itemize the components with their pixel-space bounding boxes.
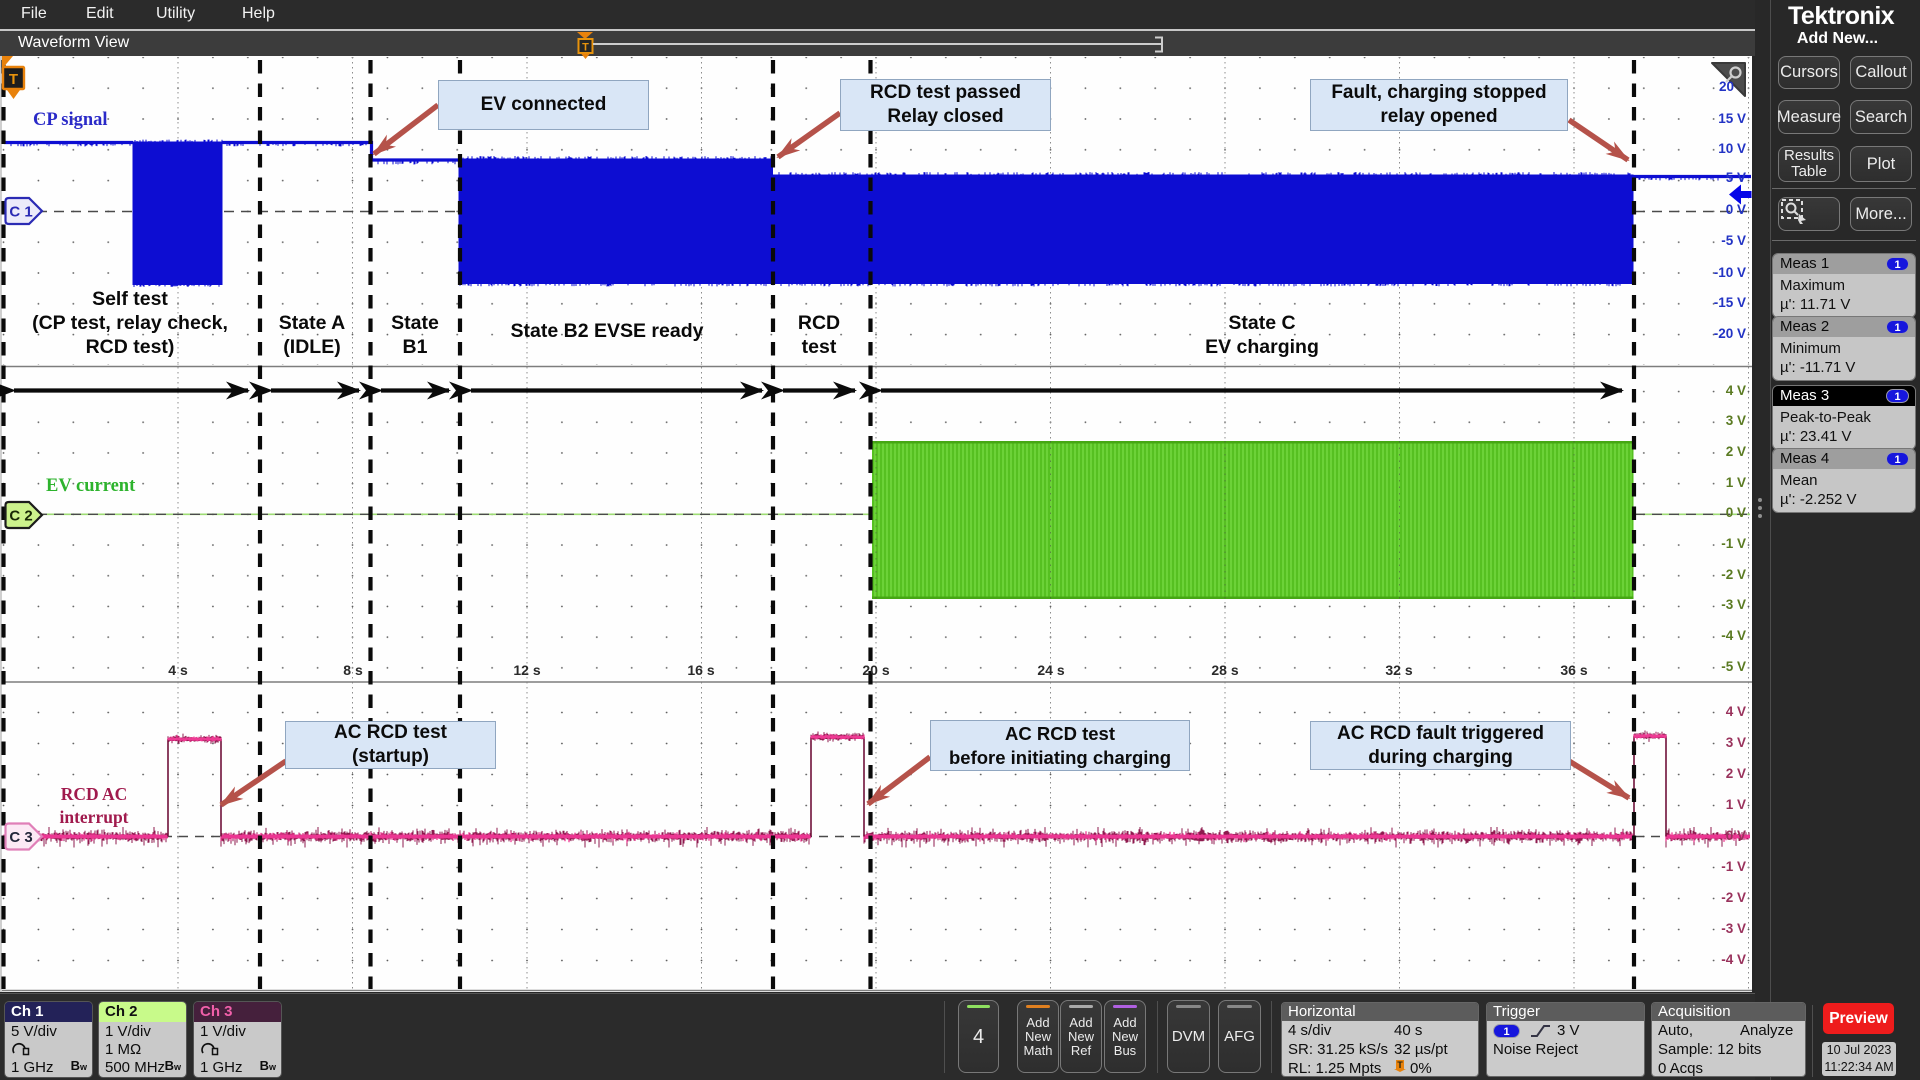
svg-text:C 2: C 2	[9, 508, 32, 525]
svg-text:C 1: C 1	[9, 204, 32, 221]
svg-text:T: T	[1397, 1060, 1403, 1070]
svg-text:C 3: C 3	[9, 829, 32, 846]
